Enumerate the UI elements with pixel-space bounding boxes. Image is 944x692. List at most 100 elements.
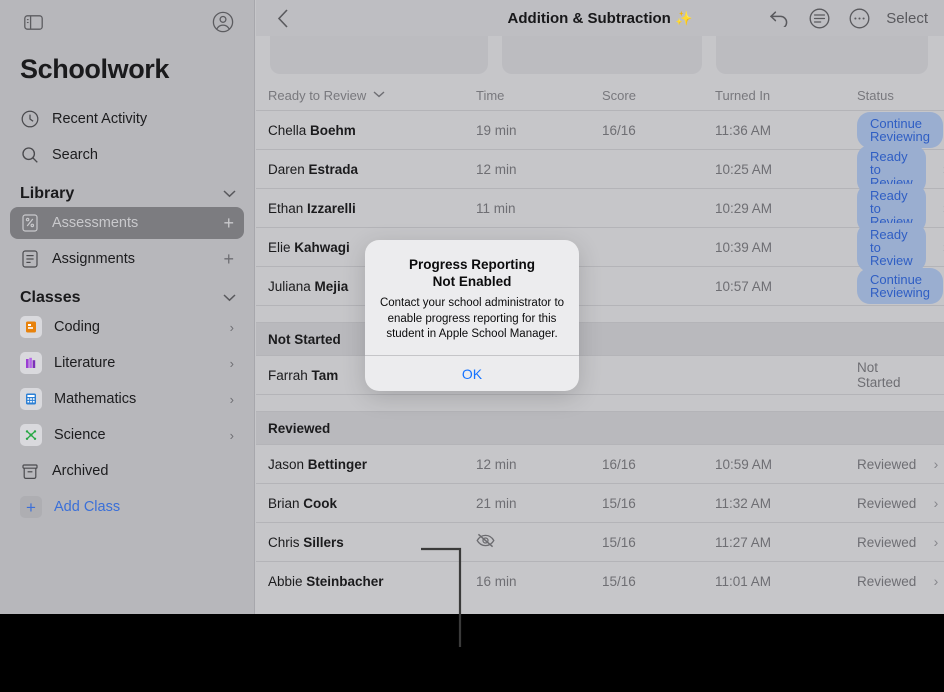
- table-section-header: Reviewed: [256, 411, 944, 444]
- cell-status: Reviewed: [857, 534, 917, 550]
- sidebar-item-assessments[interactable]: Assessments +: [10, 207, 244, 239]
- add-assessment-icon[interactable]: +: [223, 214, 234, 232]
- sidebar-item-label: Mathematics: [54, 391, 137, 407]
- sidebar-item-add-class[interactable]: + Add Class: [10, 491, 244, 523]
- status-badge[interactable]: Continue Reviewing: [857, 268, 943, 304]
- chevron-right-icon[interactable]: ›: [230, 320, 234, 335]
- sidebar-item-archived[interactable]: Archived: [10, 455, 244, 487]
- cell-status: Reviewed: [857, 573, 917, 589]
- sidebar-section-library[interactable]: Library: [20, 185, 236, 203]
- add-assignment-icon[interactable]: +: [223, 250, 234, 268]
- calculator-app-icon: [20, 388, 42, 410]
- cell-turned-in: 10:39 AM: [715, 239, 773, 255]
- sidebar-item-recent-activity[interactable]: Recent Activity: [10, 103, 244, 135]
- table-row[interactable]: Farrah Tam Not Started: [256, 355, 944, 394]
- undo-arrow-icon[interactable]: [766, 5, 792, 31]
- table-row[interactable]: Juliana Mejia10:57 AMContinue Reviewing›: [256, 266, 944, 305]
- cell-time: 12 min: [476, 161, 517, 177]
- table-row[interactable]: Chris Sillers 15/16 11:27 AM Reviewed ›: [256, 522, 944, 561]
- sidebar-item-label: Recent Activity: [52, 111, 148, 127]
- status-badge[interactable]: Continue Reviewing: [857, 112, 943, 148]
- student-first-name: Juliana: [268, 278, 315, 294]
- cell-time: 11 min: [476, 200, 516, 216]
- table-row[interactable]: Abbie Steinbacher 16 min 15/16 11:01 AM Revi…: [256, 561, 944, 600]
- cell-time: [476, 533, 602, 551]
- row-disclosure-chevron-icon[interactable]: ›: [916, 495, 939, 511]
- row-disclosure-chevron-icon[interactable]: ›: [916, 534, 939, 550]
- column-header-score: Score: [602, 87, 636, 103]
- cell-status: Reviewed: [857, 456, 917, 472]
- column-header-name-label: Ready to Review: [268, 87, 367, 103]
- sidebar-item-coding[interactable]: Coding ›: [10, 311, 244, 343]
- sidebar-top-bar: [0, 0, 254, 44]
- row-disclosure-chevron-icon[interactable]: ›: [926, 200, 944, 216]
- table-row[interactable]: Jason Bettinger 12 min 16/16 10:59 AM Review…: [256, 444, 944, 483]
- table-row[interactable]: Daren Estrada 12 min 10:25 AM Ready to Revi…: [256, 144, 944, 194]
- search-icon: [20, 145, 40, 165]
- sidebar-item-label: Add Class: [54, 499, 121, 515]
- chevron-right-icon[interactable]: ›: [230, 356, 234, 371]
- assessments-icon: [20, 213, 40, 233]
- row-disclosure-chevron-icon[interactable]: ›: [916, 456, 939, 472]
- row-disclosure-chevron-icon[interactable]: ›: [926, 239, 944, 255]
- student-last-name: Cook: [303, 495, 338, 511]
- alert-title-line-2: Not Enabled: [432, 274, 512, 290]
- stat-card-review[interactable]: To Review Turned In: [270, 36, 488, 74]
- sidebar-item-label: Archived: [52, 463, 109, 479]
- cell-turned-in: 10:25 AM: [715, 161, 773, 177]
- student-first-name: Ethan: [268, 200, 308, 216]
- toolbar: Addition & Subtraction ✨ Select: [256, 0, 944, 36]
- student-last-name: Bettinger: [307, 456, 368, 472]
- student-first-name: Daren: [268, 161, 309, 177]
- stats-cards-row: To Review Turned In Avg. Score Avg. Time…: [256, 36, 944, 80]
- filter-circle-icon[interactable]: [806, 5, 832, 31]
- schoolwork-app-window: Schoolwork Recent Activity Search Librar…: [0, 0, 944, 614]
- table-row[interactable]: Chella Boehm 19 min 16/16 11:36 AM Continue …: [256, 110, 944, 149]
- student-name: Abbie Steinbacher: [268, 574, 476, 589]
- column-header-name[interactable]: Ready to Review: [268, 88, 476, 103]
- account-circle-icon[interactable]: [210, 9, 236, 35]
- sidebar-toggle-icon[interactable]: [20, 9, 46, 35]
- alert-title-line-1: Progress Reporting: [408, 257, 536, 272]
- page-title: Schoolwork: [20, 54, 170, 84]
- sidebar-item-search[interactable]: Search: [10, 139, 244, 171]
- cell-turned-in: 11:32 AM: [715, 495, 772, 511]
- student-first-name: Chris: [268, 534, 304, 550]
- table-section-spacer: [256, 394, 944, 411]
- chevron-down-icon[interactable]: [373, 90, 385, 101]
- student-last-name: Tam: [311, 367, 339, 383]
- row-disclosure-chevron-icon[interactable]: ›: [926, 161, 944, 177]
- sidebar-item-science[interactable]: Science ›: [10, 419, 244, 451]
- back-chevron-icon[interactable]: [268, 3, 298, 33]
- student-progress-table: Ready to Review Time Score Turned In Sta…: [256, 80, 944, 600]
- status-badge[interactable]: Ready to Review: [857, 222, 926, 272]
- chevron-right-icon[interactable]: ›: [230, 392, 234, 407]
- chevron-right-icon[interactable]: ›: [230, 428, 234, 443]
- table-section-header: Not Started: [256, 322, 944, 355]
- alert-ok-button[interactable]: OK: [365, 355, 579, 391]
- stat-card-school-high-points[interactable]: School High Points: [716, 36, 928, 74]
- stat-card-averages[interactable]: Avg. Score Avg. Time: [502, 36, 702, 74]
- table-row[interactable]: Elie Kahwagi 10:39 AM Ready to Review›: [256, 222, 944, 272]
- cell-score: 15/16: [602, 573, 636, 589]
- more-ellipsis-circle-icon[interactable]: [846, 5, 872, 31]
- eye-slash-icon[interactable]: [476, 533, 495, 548]
- row-disclosure-chevron-icon[interactable]: ›: [916, 573, 939, 589]
- sidebar-section-label: Classes: [20, 289, 81, 306]
- sidebar-item-mathematics[interactable]: Mathematics ›: [10, 383, 244, 415]
- alert-message: Contact your school administrator to ena…: [379, 297, 565, 340]
- chevron-down-icon[interactable]: [223, 291, 236, 305]
- cell-turned-in: 10:57 AM: [715, 278, 773, 294]
- select-button[interactable]: Select: [886, 10, 932, 27]
- student-first-name: Abbie: [268, 573, 307, 589]
- main-content: Addition & Subtraction ✨ Select Ready to…: [256, 0, 944, 614]
- cell-status: Continue Reviewing: [857, 112, 943, 148]
- chevron-down-icon[interactable]: [223, 187, 236, 201]
- sidebar-item-assignments[interactable]: Assignments +: [10, 243, 244, 275]
- sidebar-section-classes[interactable]: Classes: [20, 289, 236, 307]
- table-row[interactable]: Ethan Izzarelli 11 min 10:29 AM Ready to Re…: [256, 183, 944, 233]
- table-row[interactable]: Brian Cook 21 min 15/16 11:32 AM Reviewed ›: [256, 483, 944, 522]
- cell-score: 15/16: [602, 495, 636, 511]
- student-last-name: Mejia: [314, 278, 349, 294]
- sidebar-item-literature[interactable]: Literature ›: [10, 347, 244, 379]
